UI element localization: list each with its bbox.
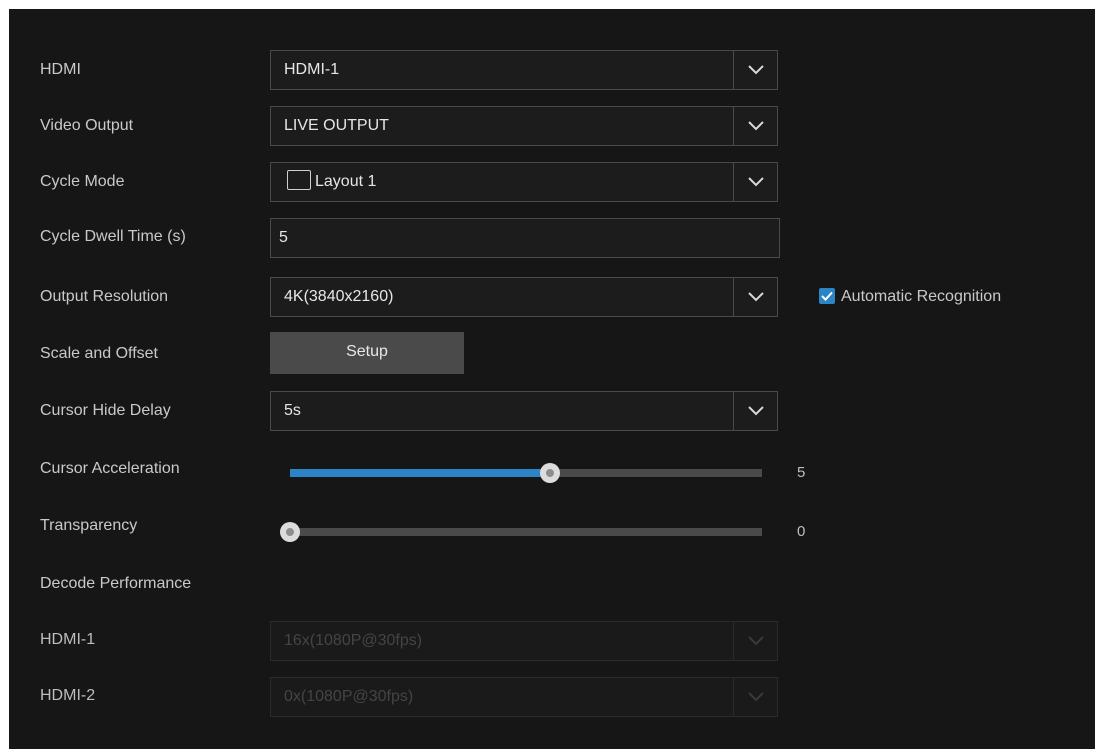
cursor-acceleration-slider[interactable]: [290, 463, 762, 483]
scale-offset-label: Scale and Offset: [40, 345, 158, 362]
output-resolution-label: Output Resolution: [40, 288, 169, 305]
chevron-down-icon: [748, 177, 764, 187]
automatic-recognition-option[interactable]: Automatic Recognition: [819, 288, 1001, 308]
cursor-hide-delay-select-value: 5s: [284, 402, 301, 419]
video-output-select[interactable]: LIVE OUTPUT: [270, 106, 778, 146]
decode-hdmi1-select: 16x(1080P@30fps): [270, 621, 778, 661]
checkmark-icon: [821, 291, 833, 301]
cycle-dwell-time-input[interactable]: [270, 218, 780, 258]
decode-hdmi2-select-value: 0x(1080P@30fps): [284, 688, 414, 705]
cursor-acceleration-value: 5: [797, 464, 806, 481]
layout-checkbox-icon: [287, 170, 311, 191]
hdmi-label: HDMI: [40, 61, 81, 78]
decode-hdmi2-select: 0x(1080P@30fps): [270, 677, 778, 717]
chevron-down-icon: [748, 292, 764, 302]
decode-hdmi1-dropdown-button: [733, 622, 777, 660]
video-output-label: Video Output: [40, 117, 134, 134]
hdmi-select-value: HDMI-1: [284, 61, 340, 78]
hdmi-dropdown-button[interactable]: [733, 51, 777, 89]
slider-thumb[interactable]: [539, 463, 560, 483]
cycle-mode-dropdown-button[interactable]: [733, 163, 777, 201]
cycle-mode-label: Cycle Mode: [40, 173, 125, 190]
chevron-down-icon: [748, 121, 764, 131]
decode-hdmi1-select-value: 16x(1080P@30fps): [284, 632, 423, 649]
output-resolution-select[interactable]: 4K(3840x2160): [270, 277, 778, 317]
chevron-down-icon: [748, 406, 764, 416]
cursor-hide-delay-dropdown-button[interactable]: [733, 392, 777, 430]
setup-button[interactable]: Setup: [270, 332, 464, 374]
hdmi-select[interactable]: HDMI-1: [270, 50, 778, 90]
slider-fill: [290, 469, 550, 477]
decode-hdmi1-label: HDMI-1: [40, 631, 96, 648]
cursor-acceleration-label: Cursor Acceleration: [40, 460, 180, 477]
automatic-recognition-checkbox[interactable]: [819, 288, 835, 304]
display-settings-panel: HDMI HDMI-1 Video Output LIVE OUTPUT Cyc…: [9, 9, 1095, 749]
transparency-value: 0: [797, 523, 806, 540]
transparency-slider[interactable]: [280, 522, 762, 542]
output-resolution-select-value: 4K(3840x2160): [284, 288, 394, 305]
chevron-down-icon: [748, 65, 764, 75]
video-output-dropdown-button[interactable]: [733, 107, 777, 145]
decode-hdmi2-dropdown-button: [733, 678, 777, 716]
cycle-mode-select-value: Layout 1: [315, 173, 377, 190]
slider-thumb[interactable]: [280, 522, 300, 542]
decode-performance-heading: Decode Performance: [40, 575, 192, 592]
video-output-select-value: LIVE OUTPUT: [284, 117, 389, 134]
output-resolution-dropdown-button[interactable]: [733, 278, 777, 316]
decode-hdmi2-label: HDMI-2: [40, 687, 96, 704]
cursor-hide-delay-select[interactable]: 5s: [270, 391, 778, 431]
cycle-mode-select[interactable]: Layout 1: [270, 162, 778, 202]
cursor-hide-delay-label: Cursor Hide Delay: [40, 402, 171, 419]
chevron-down-icon: [748, 636, 764, 646]
cycle-dwell-time-label: Cycle Dwell Time (s): [40, 228, 186, 245]
transparency-label: Transparency: [40, 517, 138, 534]
automatic-recognition-label: Automatic Recognition: [841, 288, 1002, 305]
chevron-down-icon: [748, 692, 764, 702]
